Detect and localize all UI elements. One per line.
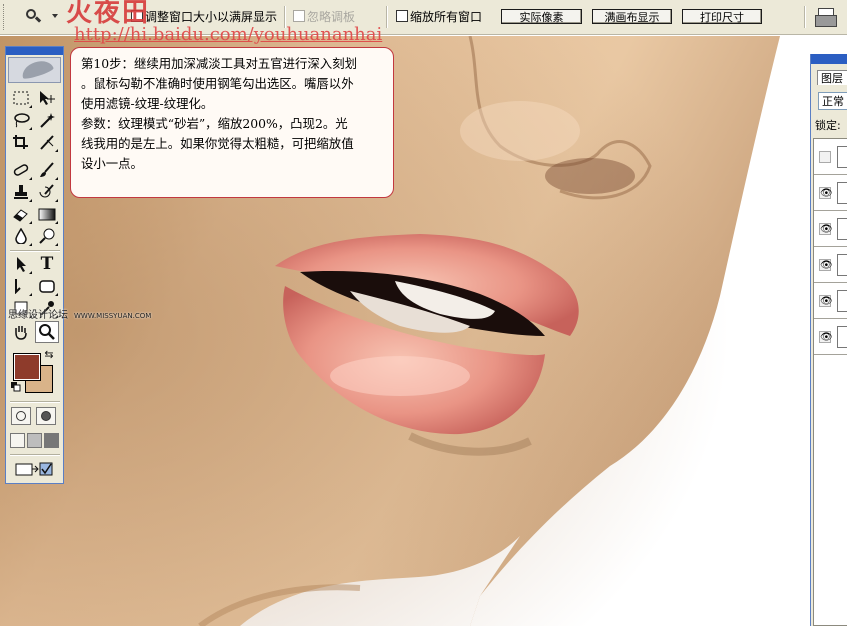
marquee-tool-icon[interactable]: [9, 87, 33, 109]
zoom-tool-preset-icon[interactable]: [24, 8, 46, 26]
pen-tool-icon[interactable]: [9, 275, 33, 297]
options-separator: [386, 6, 388, 28]
ignore-palettes-label: 忽略调板: [307, 10, 356, 24]
watermark-forum: 思缘设计论坛 WWW.MISSYUAN.COM: [8, 306, 151, 321]
layer-row[interactable]: [814, 139, 847, 175]
note-line: 第10步：继续用加深减淡工具对五官进行深入刻划: [81, 56, 357, 71]
dodge-tool-icon[interactable]: [35, 225, 59, 247]
jump-to-imageready-icon[interactable]: [10, 458, 58, 480]
slice-tool-icon[interactable]: [35, 131, 59, 153]
note-line: 设小一点。: [81, 156, 143, 171]
eye-icon[interactable]: 👁: [819, 223, 833, 235]
crop-tool-icon[interactable]: [9, 131, 33, 153]
shape-tool-icon[interactable]: [35, 275, 59, 297]
fit-screen-button[interactable]: 满画布显示: [592, 9, 672, 24]
note-line: 使用滤镜-纹理-纹理化。: [81, 96, 214, 111]
feather-logo-icon[interactable]: [8, 57, 61, 83]
printer-icon[interactable]: [814, 6, 837, 28]
layer-row[interactable]: 👁: [814, 247, 847, 283]
note-line: 线我用的是左上。如果你觉得太粗糙，可把缩放值: [81, 136, 354, 151]
tool-preset-dropdown-icon[interactable]: [52, 14, 58, 18]
swap-colors-icon[interactable]: ⇆: [42, 348, 56, 361]
zoom-all-windows-label: 缩放所有窗口: [410, 10, 483, 24]
note-line: 参数：纹理模式“砂岩”，缩放200%，凸现2。光: [81, 116, 348, 131]
clone-stamp-tool-icon[interactable]: [9, 181, 33, 203]
layer-thumbnail: [837, 182, 847, 204]
brush-tool-icon[interactable]: [35, 159, 59, 181]
lasso-tool-icon[interactable]: [9, 109, 33, 131]
eye-icon[interactable]: 👁: [819, 331, 833, 343]
options-separator: [804, 6, 806, 28]
blend-mode-select[interactable]: 正常: [818, 92, 847, 110]
eye-icon[interactable]: 👁: [819, 187, 833, 199]
full-screen-menu-mode-icon[interactable]: [27, 433, 42, 448]
layer-thumbnail: [837, 326, 847, 348]
path-selection-tool-icon[interactable]: [9, 253, 33, 275]
toolbox-separator: [10, 250, 60, 252]
tab-layers[interactable]: 图层: [817, 70, 847, 85]
healing-brush-tool-icon[interactable]: [9, 159, 33, 181]
blur-tool-icon[interactable]: [9, 225, 33, 247]
note-line: 。鼠标勾勒不准确时使用钢笔勾出选区。嘴唇以外: [81, 76, 354, 91]
visibility-toggle[interactable]: [819, 151, 831, 163]
history-brush-tool-icon[interactable]: [35, 181, 59, 203]
magic-wand-tool-icon[interactable]: [35, 109, 59, 131]
brush-link-icon: [837, 254, 847, 276]
tutorial-note: 第10步：继续用加深减淡工具对五官进行深入刻划 。鼠标勾勒不准确时使用钢笔勾出选…: [70, 47, 394, 198]
layer-thumbnail: [837, 290, 847, 312]
standard-mode-icon[interactable]: [11, 407, 31, 425]
layers-palette: 图层 正常 锁定: 👁 👁 👁 👁 👁: [810, 54, 847, 626]
toolbox-separator: [10, 401, 60, 403]
watermark-forum-name: 思缘设计论坛: [8, 310, 68, 321]
toolbox-palette: T ⇆: [5, 46, 64, 484]
print-size-button[interactable]: 打印尺寸: [682, 9, 762, 24]
eye-icon[interactable]: 👁: [819, 295, 833, 307]
layers-titlebar[interactable]: [811, 54, 847, 64]
toolbox-separator: [10, 454, 60, 456]
move-tool-icon[interactable]: [35, 87, 59, 109]
layer-row[interactable]: 👁: [814, 283, 847, 319]
layers-list: 👁 👁 👁 👁 👁: [813, 138, 847, 626]
watermark-forum-url: WWW.MISSYUAN.COM: [74, 312, 152, 320]
layer-thumbnail: [837, 218, 847, 240]
type-tool-icon[interactable]: T: [35, 253, 59, 275]
zoom-tool-icon[interactable]: [35, 321, 59, 343]
layer-row[interactable]: 👁: [814, 319, 847, 355]
resize-windows-label: 调整窗口大小以满屏显示: [145, 10, 278, 24]
foreground-color-swatch[interactable]: [13, 353, 41, 381]
layer-row[interactable]: 👁: [814, 175, 847, 211]
eraser-tool-icon[interactable]: [9, 203, 33, 225]
layer-thumbnail: [837, 146, 847, 168]
lock-label: 锁定:: [815, 119, 841, 132]
eye-icon[interactable]: 👁: [819, 259, 833, 271]
standard-screen-mode-icon[interactable]: [10, 433, 25, 448]
hand-tool-icon[interactable]: [9, 321, 33, 343]
full-screen-mode-icon[interactable]: [44, 433, 59, 448]
options-bar-grip[interactable]: [3, 4, 7, 30]
ignore-palettes-checkbox[interactable]: [293, 10, 305, 22]
zoom-all-windows-checkbox[interactable]: [396, 10, 408, 22]
gradient-tool-icon[interactable]: [35, 203, 59, 225]
quick-mask-mode-icon[interactable]: [36, 407, 56, 425]
watermark-url: http://hi.baidu.com/youhuananhai: [74, 24, 383, 45]
layer-row[interactable]: 👁: [814, 211, 847, 247]
toolbox-titlebar[interactable]: [6, 47, 63, 55]
default-colors-icon[interactable]: [10, 381, 22, 393]
actual-pixels-button[interactable]: 实际像素: [501, 9, 582, 24]
